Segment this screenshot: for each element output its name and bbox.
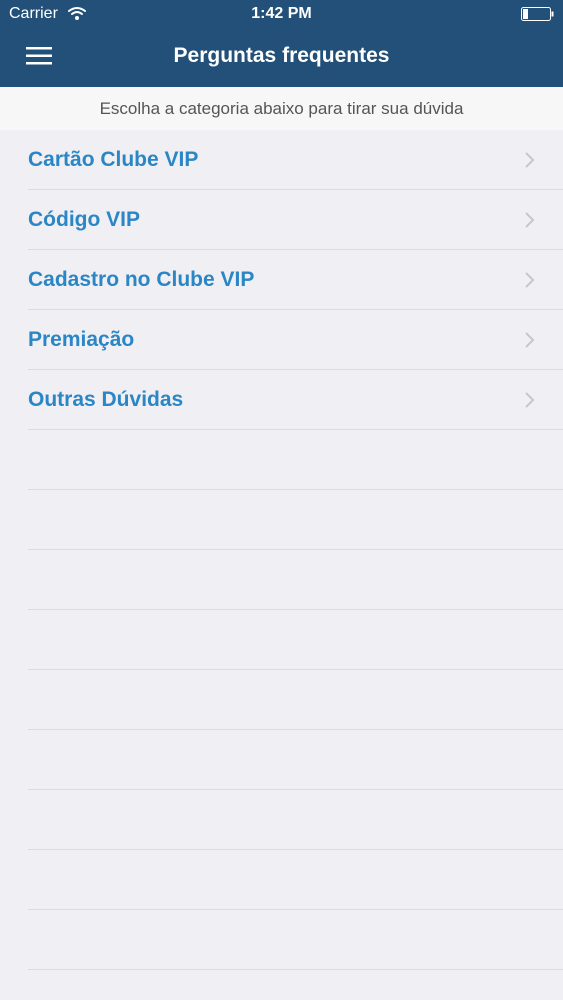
empty-table-area [0, 430, 563, 1000]
page-title: Perguntas frequentes [173, 44, 390, 67]
category-instruction: Escolha a categoria abaixo para tirar su… [0, 87, 563, 130]
empty-row-separator [0, 910, 563, 970]
category-list: Cartão Clube VIP Código VIP Cadastro no … [0, 130, 563, 430]
category-label: Cadastro no Clube VIP [28, 268, 255, 291]
chevron-right-icon [525, 272, 535, 288]
empty-row-separator [0, 550, 563, 610]
category-item-premiacao[interactable]: Premiação [0, 310, 563, 370]
empty-row-separator [0, 430, 563, 490]
chevron-right-icon [525, 392, 535, 408]
status-time: 1:42 PM [251, 5, 312, 22]
menu-button[interactable] [20, 40, 58, 72]
category-item-cadastro-no-clube-vip[interactable]: Cadastro no Clube VIP [0, 250, 563, 310]
empty-row-separator [0, 790, 563, 850]
battery-icon [521, 7, 554, 21]
nav-bar: Perguntas frequentes [0, 28, 563, 87]
empty-row-separator [0, 610, 563, 670]
empty-row-separator [0, 490, 563, 550]
empty-row-separator [0, 730, 563, 790]
category-label: Outras Dúvidas [28, 388, 184, 411]
empty-row-separator [0, 670, 563, 730]
category-label: Premiação [28, 328, 135, 351]
app-header: Carrier 1:42 PM Perguntas frequentes [0, 0, 563, 87]
empty-row-separator [0, 850, 563, 910]
status-bar: Carrier 1:42 PM [0, 0, 563, 28]
category-label: Código VIP [28, 208, 140, 231]
chevron-right-icon [525, 152, 535, 168]
category-item-codigo-vip[interactable]: Código VIP [0, 190, 563, 250]
category-item-cartao-clube-vip[interactable]: Cartão Clube VIP [0, 130, 563, 190]
chevron-right-icon [525, 212, 535, 228]
chevron-right-icon [525, 332, 535, 348]
category-label: Cartão Clube VIP [28, 148, 199, 171]
category-item-outras-duvidas[interactable]: Outras Dúvidas [0, 370, 563, 430]
hamburger-menu-icon [26, 47, 52, 65]
